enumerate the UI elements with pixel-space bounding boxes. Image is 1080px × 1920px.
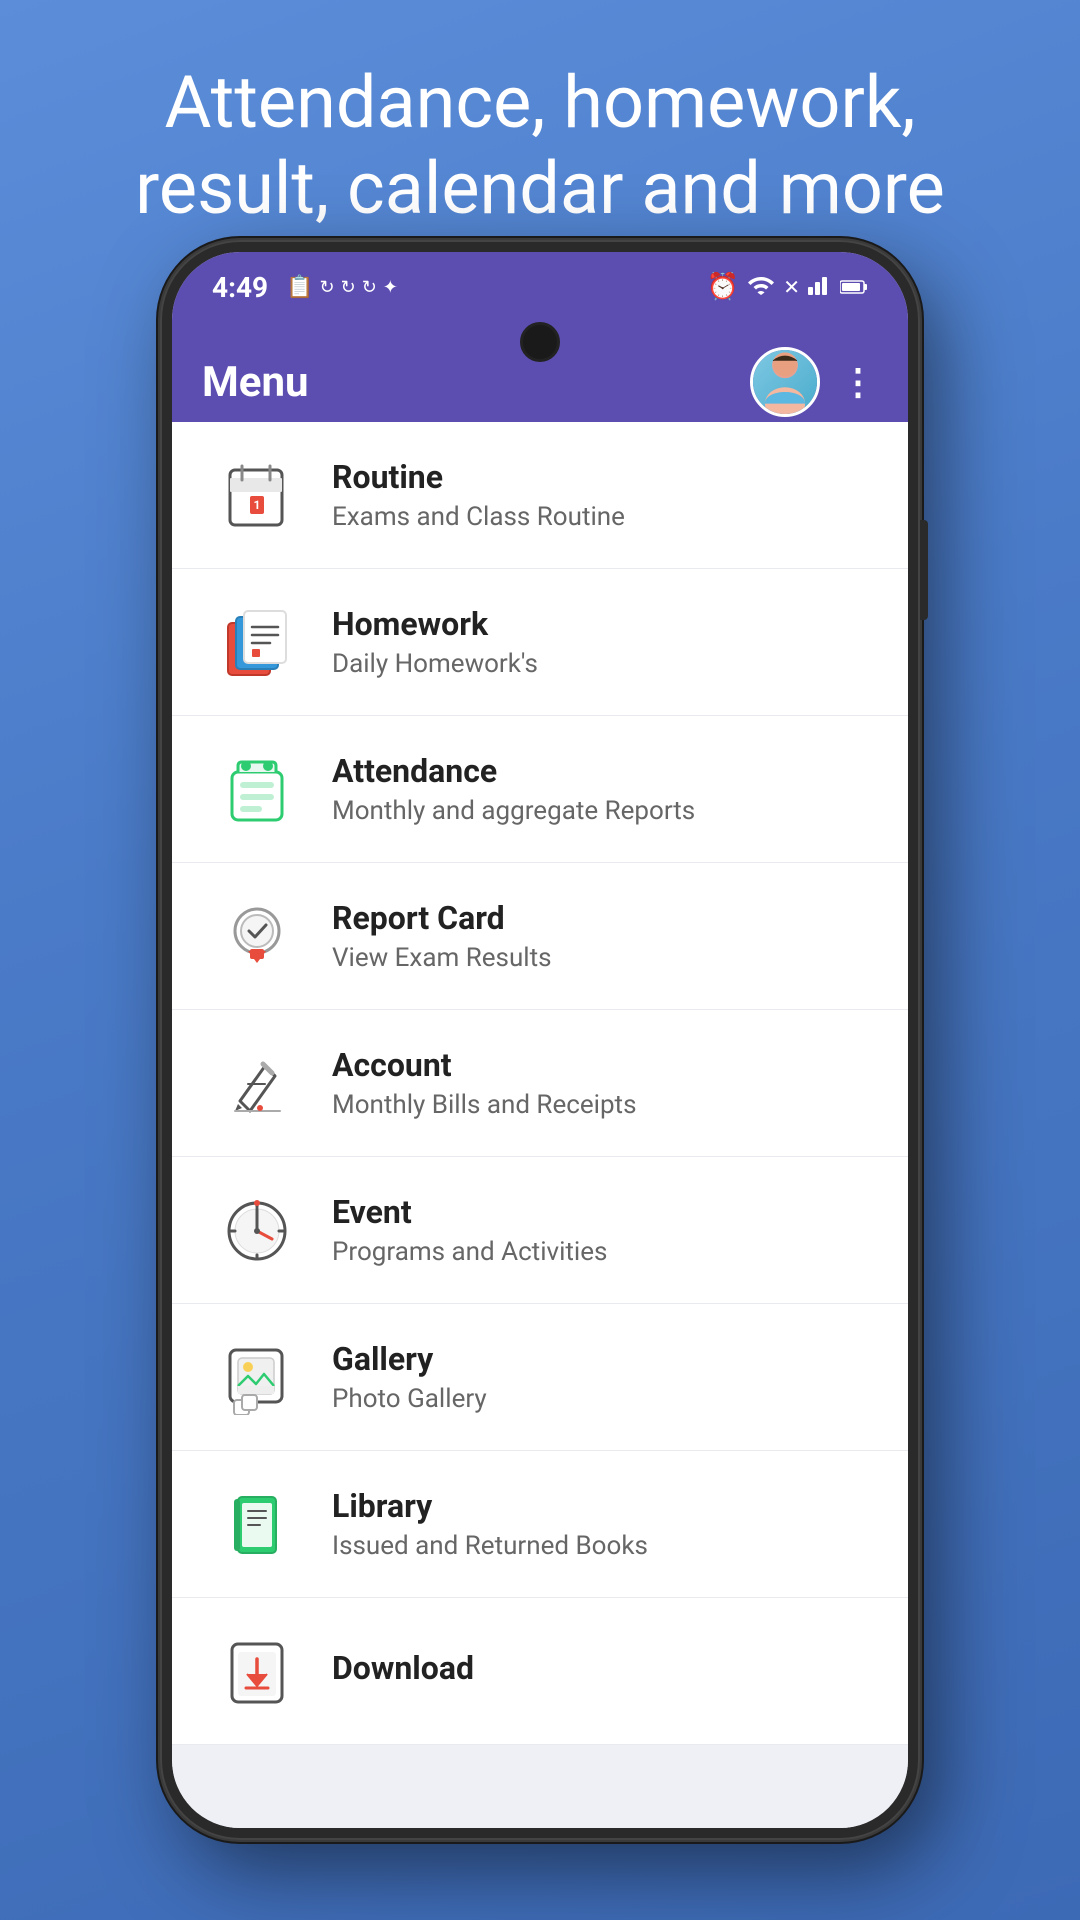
report-card-subtitle: View Exam Results — [332, 943, 868, 973]
menu-item-gallery[interactable]: Gallery Photo Gallery — [172, 1304, 908, 1451]
library-icon — [212, 1479, 302, 1569]
attendance-title: Attendance — [332, 752, 868, 790]
report-card-icon — [212, 891, 302, 981]
menu-item-event[interactable]: Event Programs and Activities — [172, 1157, 908, 1304]
library-subtitle: Issued and Returned Books — [332, 1531, 868, 1561]
app-bar-title: Menu — [202, 358, 309, 407]
avatar[interactable] — [750, 347, 820, 417]
gallery-icon — [212, 1332, 302, 1422]
account-title: Account — [332, 1046, 868, 1084]
download-icon — [212, 1626, 302, 1716]
homework-subtitle: Daily Homework's — [332, 649, 868, 679]
alarm-icon: ⏰ — [707, 272, 739, 302]
status-bar: 4:49 📋 ↻ ↻ ↻ ✦ ⏰ — [172, 252, 908, 322]
library-title: Library — [332, 1487, 868, 1525]
battery-icon — [840, 272, 868, 302]
homework-icon — [212, 597, 302, 687]
svg-text:1: 1 — [253, 498, 260, 512]
event-subtitle: Programs and Activities — [332, 1237, 868, 1267]
account-subtitle: Monthly Bills and Receipts — [332, 1090, 868, 1120]
sync-icon-3: ↻ — [362, 277, 377, 298]
sync-icon-2: ↻ — [341, 277, 356, 298]
menu-item-library[interactable]: Library Issued and Returned Books — [172, 1451, 908, 1598]
sync-icon-1: ↻ — [320, 277, 335, 298]
homework-title: Homework — [332, 605, 868, 643]
event-title: Event — [332, 1193, 868, 1231]
routine-subtitle: Exams and Class Routine — [332, 502, 868, 532]
menu-item-report-card[interactable]: Report Card View Exam Results — [172, 863, 908, 1010]
routine-icon: 1 — [212, 450, 302, 540]
menu-list: 1 Routine Exams and Class Routine — [172, 422, 908, 1828]
attendance-icon — [212, 744, 302, 834]
gallery-subtitle: Photo Gallery — [332, 1384, 868, 1414]
menu-item-routine[interactable]: 1 Routine Exams and Class Routine — [172, 422, 908, 569]
slack-icon: ✦ — [383, 277, 398, 298]
phone-device: 4:49 📋 ↻ ↻ ↻ ✦ ⏰ — [160, 240, 920, 1840]
signal-icon — [808, 272, 832, 302]
camera-notch — [520, 322, 560, 362]
menu-item-account[interactable]: Account Monthly Bills and Receipts — [172, 1010, 908, 1157]
header-text: Attendance, homework, result, calendar a… — [0, 0, 1080, 273]
report-card-title: Report Card — [332, 899, 868, 937]
status-time: 4:49 — [212, 271, 268, 304]
wifi-icon — [747, 272, 775, 302]
account-icon — [212, 1038, 302, 1128]
menu-item-attendance[interactable]: Attendance Monthly and aggregate Reports — [172, 716, 908, 863]
menu-item-homework[interactable]: Homework Daily Homework's — [172, 569, 908, 716]
menu-item-download[interactable]: Download — [172, 1598, 908, 1745]
routine-title: Routine — [332, 458, 868, 496]
download-title: Download — [332, 1649, 868, 1687]
signal-x-icon: ✕ — [783, 275, 800, 299]
notification-icon: 📋 — [286, 275, 313, 300]
background: Attendance, homework, result, calendar a… — [0, 0, 1080, 273]
more-options-icon[interactable]: ⋮ — [840, 361, 878, 403]
gallery-title: Gallery — [332, 1340, 868, 1378]
event-icon — [212, 1185, 302, 1275]
attendance-subtitle: Monthly and aggregate Reports — [332, 796, 868, 826]
